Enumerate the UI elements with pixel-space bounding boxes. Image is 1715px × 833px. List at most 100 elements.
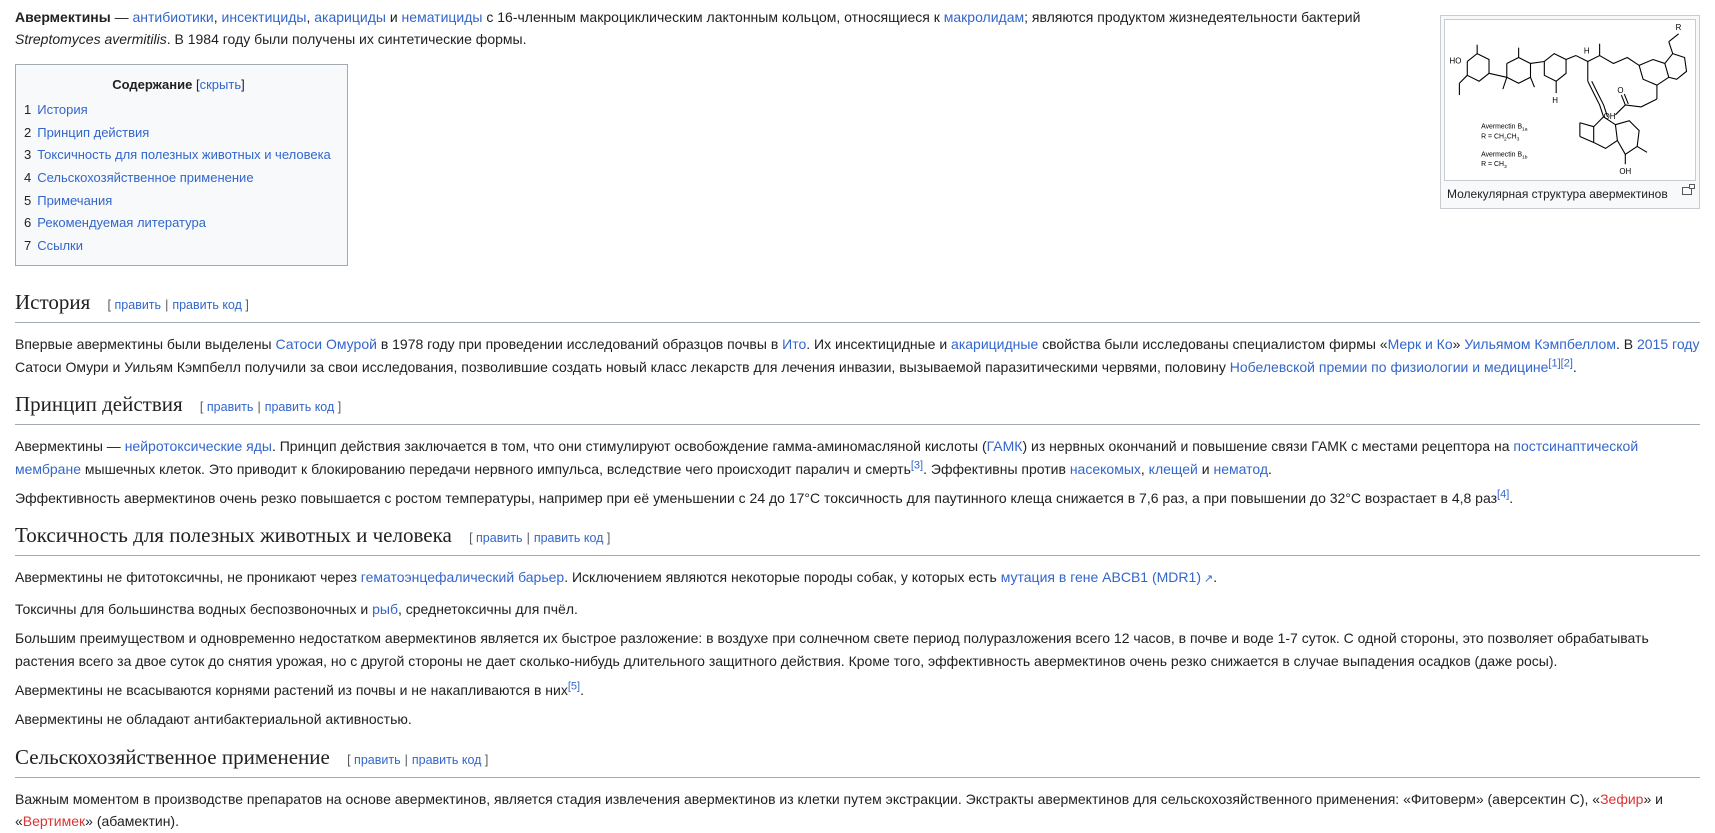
text: . — [580, 682, 584, 699]
text: Эффективность авермектинов очень резко п… — [15, 490, 1498, 506]
toc-number: 6 — [24, 215, 32, 231]
toc-item-mechanism[interactable]: 2 Принцип действия — [24, 122, 333, 145]
link-fish[interactable]: рыб — [372, 601, 398, 617]
link-omura[interactable]: Сатоси Омурой — [276, 336, 377, 352]
section-heading-history: История [ править | править код ] — [15, 288, 1700, 324]
separator: | — [165, 298, 169, 313]
avermectin-b1b-r-subscript: 3 — [1504, 164, 1507, 170]
ref-5[interactable]: [5] — [568, 680, 580, 692]
toc-link[interactable]: Токсичность для полезных животных и чело… — [37, 147, 331, 162]
article-term: Авермектины — [15, 9, 111, 25]
toc-item-literature[interactable]: 6 Рекомендуемая литература — [24, 212, 333, 235]
text: в 1978 году при проведении исследований … — [380, 336, 779, 353]
toxicity-paragraph-2: Токсичны для большинства водных беспозво… — [15, 598, 1700, 620]
mechanism-paragraph-1: Авермектины — нейротоксические яды. Прин… — [15, 435, 1700, 480]
link-gaba[interactable]: ГАМК — [987, 438, 1023, 454]
avermectin-b1a-subscript: 1a — [1522, 127, 1528, 133]
text: . Эффективны против — [923, 460, 1066, 477]
edit-link[interactable]: править — [354, 753, 401, 767]
edit-link[interactable]: править — [207, 400, 254, 414]
svg-text:R = CH3: R = CH3 — [1481, 161, 1507, 170]
text: . — [1509, 490, 1514, 506]
link-neurotoxic[interactable]: нейротоксические яды — [125, 438, 272, 454]
link-antibiotics[interactable]: антибиотики — [133, 9, 214, 25]
bracket: ] — [484, 752, 489, 767]
article-content: HO R H H OH OH O Avermectin B1a R = CH2C… — [0, 0, 1700, 833]
edit-section-links: [ править | править код ] — [108, 298, 249, 312]
toc-number: 5 — [24, 192, 32, 208]
toc-link[interactable]: История — [37, 102, 87, 117]
toc-link[interactable]: Рекомендуемая литература — [37, 215, 206, 230]
text: ; являются продуктом жизнедеятельности б… — [1024, 9, 1361, 25]
link-mites[interactable]: клещей — [1149, 461, 1198, 477]
molecule-structure-image[interactable]: HO R H H OH OH O Avermectin B1a R = CH2C… — [1444, 19, 1696, 181]
edit-section-links: [ править | править код ] — [200, 400, 341, 414]
toc-link[interactable]: Ссылки — [37, 238, 83, 253]
text: . — [1268, 460, 1272, 477]
ref-4[interactable]: [4] — [1497, 488, 1509, 500]
bracket: [ — [347, 752, 351, 767]
heading-text: История — [15, 290, 91, 315]
link-blood-brain-barrier[interactable]: гематоэнцефалический барьер — [361, 569, 564, 585]
toc-item-agriculture[interactable]: 4 Сельскохозяйственное применение — [24, 167, 333, 190]
toc-item-toxicity[interactable]: 3 Токсичность для полезных животных и чел… — [24, 144, 333, 167]
section-heading-toxicity: Токсичность для полезных животных и чело… — [15, 521, 1700, 557]
link-merck[interactable]: Мерк и Ко — [1388, 336, 1453, 352]
enlarge-icon[interactable] — [1682, 184, 1695, 195]
edit-code-link[interactable]: править код — [534, 531, 604, 545]
toxicity-paragraph-5: Авермектины не обладают антибактериально… — [15, 711, 412, 728]
link-campbell[interactable]: Уильямом Кэмпбеллом — [1464, 336, 1616, 352]
link-insecticides[interactable]: инсектициды — [222, 9, 307, 25]
toc-item-links[interactable]: 7 Ссылки — [24, 235, 333, 258]
edit-link[interactable]: править — [476, 531, 523, 545]
link-nobel[interactable]: Нобелевской премии по физиологии и медиц… — [1230, 359, 1549, 375]
separator: | — [257, 400, 261, 415]
toxicity-paragraph-4: Авермектины не всасываются корнями расте… — [15, 679, 1700, 701]
edit-code-link[interactable]: править код — [172, 298, 242, 312]
link-vertimek[interactable]: Вертимек — [23, 813, 85, 829]
avermectin-b1b-r: R = CH — [1481, 161, 1504, 168]
text: , среднетоксичны для пчёл. — [397, 600, 578, 617]
toc-number: 2 — [24, 124, 32, 140]
text: и — [389, 9, 398, 25]
toc-number: 3 — [24, 147, 32, 163]
toc-item-history[interactable]: 1 История — [24, 99, 333, 122]
toc-link[interactable]: Примечания — [37, 193, 112, 208]
ref-2[interactable]: [2] — [1561, 357, 1573, 369]
avermectin-b1a-r-tail: CH — [1507, 134, 1517, 141]
link-insects[interactable]: насекомых — [1070, 461, 1141, 477]
link-acaricides[interactable]: акарициды — [314, 9, 386, 25]
link-zefir[interactable]: Зефир — [1600, 791, 1643, 807]
toxicity-paragraph-3: Большим преимуществом и одновременно нед… — [15, 630, 1649, 669]
text: мышечных клеток. Это приводит к блокиров… — [84, 460, 911, 477]
bracket: ] — [241, 76, 245, 92]
toc-item-notes[interactable]: 5 Примечания — [24, 190, 333, 213]
link-acaricidal[interactable]: акарицидные — [951, 336, 1038, 352]
ref-1[interactable]: [1] — [1548, 357, 1560, 369]
text: и — [1201, 460, 1210, 477]
edit-link[interactable]: править — [115, 298, 162, 312]
link-nematodes[interactable]: нематод — [1214, 461, 1269, 477]
link-2015[interactable]: 2015 году — [1637, 336, 1699, 352]
edit-code-link[interactable]: править код — [265, 400, 335, 414]
heading-text: Сельскохозяйственное применение — [15, 744, 330, 769]
toc-link[interactable]: Принцип действия — [37, 125, 149, 140]
infobox-caption: Молекулярная структура авермектинов — [1444, 181, 1696, 205]
text: . — [1572, 358, 1577, 375]
avermectin-b1a-r-tail-subscript: 3 — [1517, 136, 1520, 142]
edit-section-links: [ править | править код ] — [469, 531, 610, 545]
text: Сатоси Омури и Уильям Кэмпбелл получили … — [15, 358, 1226, 375]
link-macrolides[interactable]: макролидам — [944, 9, 1024, 25]
edit-code-link[interactable]: править код — [412, 753, 482, 767]
avermectin-b1a-label: Avermectin B — [1481, 124, 1522, 131]
text: . Принцип действия заключается в том, чт… — [271, 438, 987, 455]
toc-hide-link[interactable]: скрыть — [200, 77, 242, 92]
ref-3[interactable]: [3] — [911, 459, 923, 471]
link-ito[interactable]: Ито — [782, 336, 806, 352]
toc-link[interactable]: Сельскохозяйственное применение — [37, 170, 253, 185]
link-mdr1-mutation[interactable]: мутация в гене ABCB1 (MDR1) — [1001, 569, 1214, 585]
table-of-contents: Содержание [скрыть] 1 История 2 Принцип де… — [15, 63, 348, 267]
link-nematicides[interactable]: нематициды — [402, 9, 483, 25]
toxicity-paragraph-1: Авермектины не фитотоксичны, не проникаю… — [15, 566, 1700, 590]
mechanism-paragraph-2: Эффективность авермектинов очень резко п… — [15, 487, 1700, 509]
